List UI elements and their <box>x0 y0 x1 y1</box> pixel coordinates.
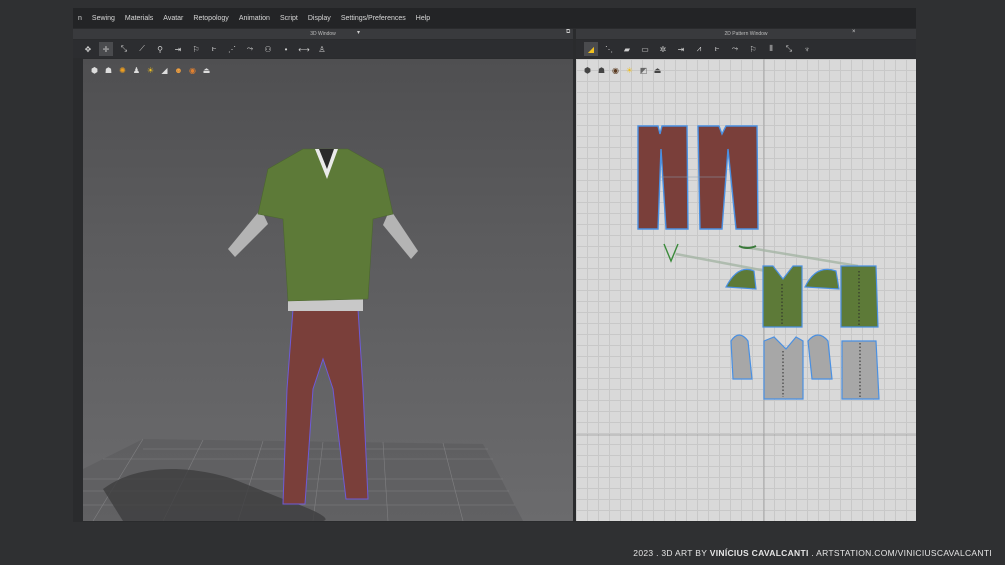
segment-icon[interactable]: ⋰ <box>225 42 239 56</box>
menu-item-settings[interactable]: Settings/Preferences <box>336 15 411 22</box>
segment-sew-icon[interactable]: ⤳ <box>728 42 742 56</box>
menu-item-animation[interactable]: Animation <box>234 15 275 22</box>
polygon-icon[interactable]: ▰ <box>620 42 634 56</box>
pattern-pants-front <box>697 125 759 230</box>
menu-item-materials[interactable]: Materials <box>120 15 158 22</box>
panel-2d-pattern-window: 2D Pattern Window × ◢ ⋱ ▰ ▭ ✲ ⇥ ⩘ ⥼ ⤳ ⚐ … <box>576 29 916 522</box>
internal-line-icon[interactable]: ⇥ <box>674 42 688 56</box>
pattern-canvas <box>576 59 916 521</box>
fold-2d-icon[interactable]: ⚐ <box>746 42 760 56</box>
credit-site: . ARTSTATION.COM/VINICIUSCAVALCANTI <box>808 548 992 558</box>
credit-year: 2023 . 3D ART BY <box>633 548 710 558</box>
arrange-icon[interactable]: ⚇ <box>261 42 275 56</box>
edit-icon[interactable]: ⟋ <box>135 42 149 56</box>
menu-item-file[interactable]: n <box>73 15 87 22</box>
notch-icon[interactable]: ⤡ <box>782 42 796 56</box>
point-icon[interactable]: • <box>279 42 293 56</box>
left-sleeve-3d <box>228 209 268 257</box>
pattern-undersleeve-left <box>730 334 753 380</box>
pattern-undersleeve-right <box>807 334 833 380</box>
scene-3d <box>83 148 523 521</box>
viewport-2d[interactable]: ⬢ ☗ ◉ ☀ ◩ ⏏ <box>576 59 916 521</box>
menu-item-display[interactable]: Display <box>303 15 336 22</box>
rectangle-icon[interactable]: ▭ <box>638 42 652 56</box>
pattern-collar-v <box>663 243 679 263</box>
panel-menu-icon[interactable]: ▾ <box>357 29 360 36</box>
artist-credit: 2023 . 3D ART BY VINÍCIUS CAVALCANTI . A… <box>633 548 992 558</box>
edit-pattern-icon[interactable]: ⋱ <box>602 42 616 56</box>
transform-icon[interactable]: ⤡ <box>117 42 131 56</box>
panel-2d-title: 2D Pattern Window <box>576 29 916 39</box>
avatar-icon[interactable]: ♙ <box>315 42 329 56</box>
free-sew-icon[interactable]: ⤳ <box>243 42 257 56</box>
move-icon[interactable]: ✛ <box>99 42 113 56</box>
pattern-pants-back-left <box>637 125 689 230</box>
menu-item-help[interactable]: Help <box>411 15 435 22</box>
dart-icon[interactable]: ⩘ <box>692 42 706 56</box>
fold-icon[interactable]: ⚐ <box>189 42 203 56</box>
circle-icon[interactable]: ✲ <box>656 42 670 56</box>
menu-item-avatar[interactable]: Avatar <box>158 15 188 22</box>
menu-item-script[interactable]: Script <box>275 15 303 22</box>
panel-detach-icon[interactable]: ⧉ <box>566 29 570 36</box>
pattern-shirt-front <box>762 265 803 328</box>
menu-item-sewing[interactable]: Sewing <box>87 15 120 22</box>
select-pattern-icon[interactable]: ◢ <box>584 42 598 56</box>
panel-3d-title: 3D Window <box>73 29 573 39</box>
avatar-2d-icon[interactable]: ♆ <box>800 42 814 56</box>
pattern-sleeve-left <box>725 268 757 290</box>
select-icon[interactable]: ✥ <box>81 42 95 56</box>
right-sleeve-3d <box>383 209 418 259</box>
sew-icon[interactable]: ⥼ <box>207 42 221 56</box>
viewport-3d[interactable]: ⬢ ☗ ✺ ♟ ☀ ◢ ☻ ◉ ⏏ <box>83 59 573 521</box>
sew-2d-icon[interactable]: ⥼ <box>710 42 724 56</box>
pattern-collar-arc <box>738 245 757 249</box>
app-window: n Sewing Materials Avatar Retopology Ani… <box>73 8 916 522</box>
toolbar-2d: ◢ ⋱ ▰ ▭ ✲ ⇥ ⩘ ⥼ ⤳ ⚐ ⫴ ⤡ ♆ <box>576 40 916 58</box>
pattern-undershirt-back <box>841 340 880 400</box>
menu-item-retopology[interactable]: Retopology <box>188 15 233 22</box>
panel-3d-window: 3D Window ▾ ⧉ ✥ ✛ ⤡ ⟋ ⚲ ⇥ ⚐ ⥼ ⋰ ⤳ ⚇ • ⟷ … <box>73 29 573 522</box>
tack-icon[interactable]: ⇥ <box>171 42 185 56</box>
menu-bar: n Sewing Materials Avatar Retopology Ani… <box>73 8 916 28</box>
measure-icon[interactable]: ⟷ <box>297 42 311 56</box>
toolbar-3d: ✥ ✛ ⤡ ⟋ ⚲ ⇥ ⚐ ⥼ ⋰ ⤳ ⚇ • ⟷ ♙ <box>73 40 573 58</box>
trace-icon[interactable]: ⫴ <box>764 42 778 56</box>
panel-close-icon[interactable]: × <box>852 29 856 35</box>
pin-icon[interactable]: ⚲ <box>153 42 167 56</box>
credit-artist: VINÍCIUS CAVALCANTI <box>709 548 809 558</box>
pattern-sleeve-right <box>804 268 840 290</box>
